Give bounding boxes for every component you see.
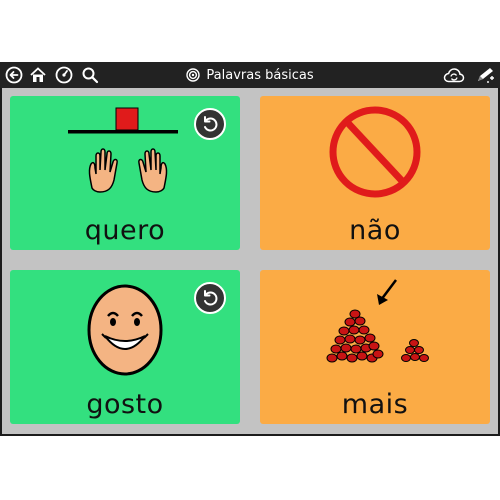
- page-title: Palavras básicas: [206, 67, 314, 83]
- card-mais[interactable]: mais: [260, 270, 490, 424]
- edit-pencil-icon[interactable]: [474, 65, 498, 85]
- card-nao[interactable]: não: [260, 96, 490, 250]
- undo-icon[interactable]: [194, 282, 226, 314]
- search-icon[interactable]: [80, 65, 100, 85]
- card-label: mais: [341, 389, 409, 420]
- card-label: gosto: [86, 389, 164, 420]
- no-sign-symbol: [329, 106, 421, 198]
- speedometer-icon[interactable]: [54, 65, 74, 85]
- back-arrow-icon[interactable]: [4, 65, 24, 85]
- header-title-group: Palavras básicas: [0, 62, 500, 88]
- card-gosto[interactable]: gosto: [10, 270, 240, 424]
- cloud-sync-icon[interactable]: [442, 65, 466, 85]
- more-pile-symbol: [326, 279, 429, 363]
- card-label: não: [349, 215, 401, 246]
- card-label: quero: [84, 215, 166, 246]
- top-toolbar: Palavras básicas: [0, 62, 500, 88]
- card-quero[interactable]: quero: [10, 96, 240, 250]
- home-icon[interactable]: [28, 65, 48, 85]
- target-icon: [186, 68, 201, 82]
- undo-icon[interactable]: [194, 108, 226, 140]
- symbol-board: quero não gosto mais: [2, 88, 498, 434]
